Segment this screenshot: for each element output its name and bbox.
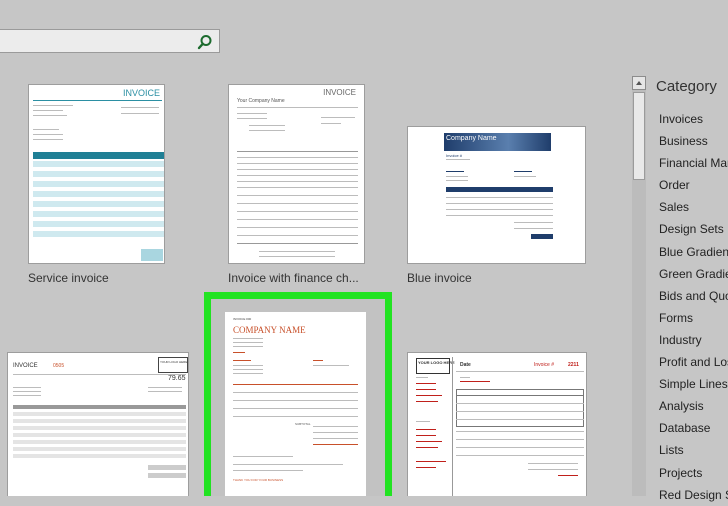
category-item-business[interactable]: Business <box>659 130 728 152</box>
template-label: Invoice with finance ch... <box>228 271 359 285</box>
search-icon[interactable] <box>197 34 213 50</box>
thumbnail-company: Your Company Name <box>237 98 285 104</box>
template-thumbnail[interactable]: YOUR LOGO HERE Date Invoice # 2211 <box>407 352 587 496</box>
category-item-design-sets[interactable]: Design Sets <box>659 218 728 240</box>
category-item-blue-gradient[interactable]: Blue Gradient D <box>659 241 728 263</box>
thumbnail-header: Invoice # <box>446 153 463 158</box>
thumbnail-title: INVOICE <box>323 88 356 97</box>
thumbnail-logo: YOUR LOGO HERE <box>160 360 188 364</box>
search-box[interactable] <box>0 29 220 54</box>
thumbnail-company: COMPANY NAME <box>233 325 306 335</box>
template-thumbnail[interactable]: Company Name Invoice # <box>407 126 586 264</box>
category-item-red-design-set[interactable]: Red Design Se <box>659 484 728 506</box>
thumbnail-title: INVOICE <box>13 363 38 369</box>
scroll-up-icon[interactable] <box>632 76 646 90</box>
thumbnail-title: INVOICE #00 <box>233 317 252 321</box>
thumbnail-invoice-label: Invoice # <box>534 362 555 368</box>
category-item-database[interactable]: Database <box>659 417 728 439</box>
template-thumbnail[interactable]: Your Company Name INVOICE <box>228 84 365 264</box>
category-item-sales[interactable]: Sales <box>659 196 728 218</box>
category-item-projects[interactable]: Projects <box>659 462 728 484</box>
thumbnail-subtotal-label: SUBTOTAL <box>295 422 311 426</box>
category-item-financial-management[interactable]: Financial Mana <box>659 152 728 174</box>
template-label: Service invoice <box>28 271 109 285</box>
template-thumbnail[interactable]: INVOICE <box>28 84 165 264</box>
thumbnail-logo: YOUR LOGO HERE <box>418 360 455 365</box>
thumbnail-company: Company Name <box>446 135 497 142</box>
category-item-green-gradient[interactable]: Green Gradient <box>659 263 728 285</box>
category-item-invoices[interactable]: Invoices <box>659 108 728 130</box>
category-item-profit-and-loss[interactable]: Profit and Loss <box>659 351 728 373</box>
thumbnail-total: 79.65 <box>168 375 186 382</box>
thumbnail-date: Date <box>460 362 471 368</box>
category-item-forms[interactable]: Forms <box>659 307 728 329</box>
template-label: Blue invoice <box>407 271 472 285</box>
thumbnail-invoice-number: 2211 <box>568 362 579 368</box>
template-thumbnail[interactable]: INVOICE 0505 YOUR LOGO HERE 79.65 <box>7 352 189 496</box>
category-list: Invoices Business Financial Mana Order S… <box>659 108 728 506</box>
scrollbar-thumb[interactable] <box>633 92 645 180</box>
category-item-order[interactable]: Order <box>659 174 728 196</box>
category-item-lists[interactable]: Lists <box>659 439 728 461</box>
category-item-analysis[interactable]: Analysis <box>659 395 728 417</box>
template-thumbnail[interactable]: INVOICE #00 COMPANY NAME SUBTOTAL THANK … <box>225 312 366 496</box>
thumbnail-number: 0505 <box>53 363 65 369</box>
search-input[interactable] <box>0 30 194 54</box>
category-title: Category <box>656 78 717 95</box>
category-item-industry[interactable]: Industry <box>659 329 728 351</box>
category-item-bids-and-quotes[interactable]: Bids and Quote <box>659 285 728 307</box>
thumbnail-footer: THANK YOU FOR YOUR BUSINESS <box>233 478 284 482</box>
thumbnail-title: INVOICE <box>122 88 160 98</box>
category-item-simple-lines[interactable]: Simple Lines D <box>659 373 728 395</box>
